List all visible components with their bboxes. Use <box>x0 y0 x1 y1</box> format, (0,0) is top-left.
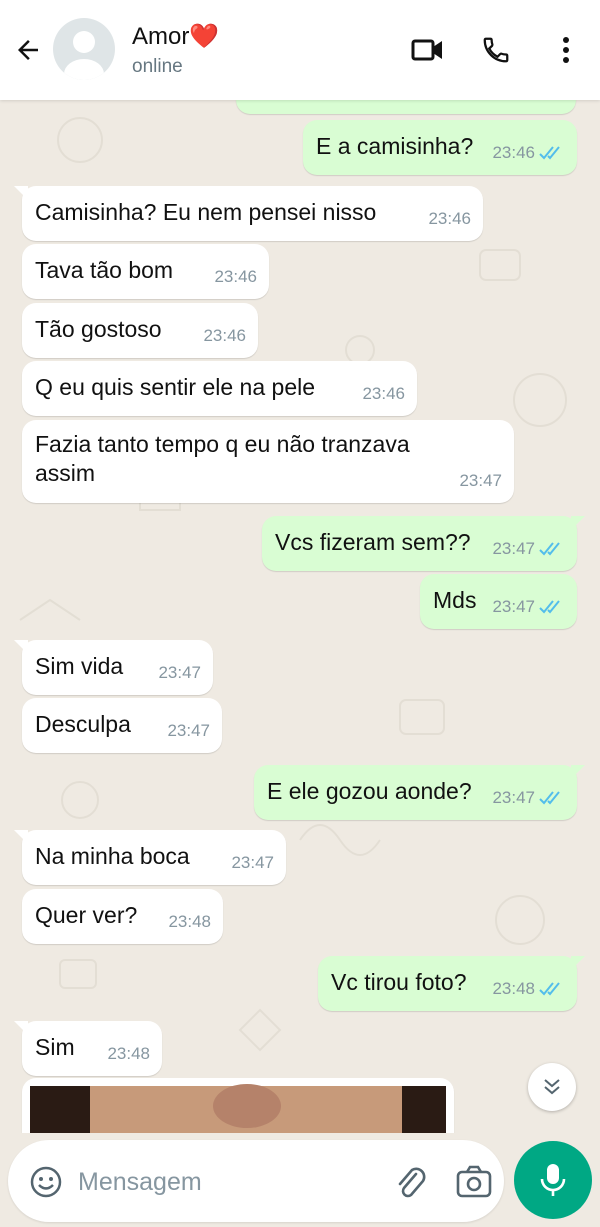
chat-area[interactable]: E a camisinha? 23:46 Camisinha? Eu nem p… <box>0 100 600 1133</box>
photo-thumbnail <box>30 1084 446 1133</box>
photo-message[interactable] <box>22 1078 454 1133</box>
message-text: Na minha boca <box>35 843 190 869</box>
message-time: 23:47 <box>492 539 535 558</box>
message-bubble-in[interactable]: Camisinha? Eu nem pensei nisso 23:46 <box>14 186 483 241</box>
read-ticks-icon <box>539 542 560 556</box>
message-bubble-in[interactable]: Sim vida 23:47 <box>14 640 213 695</box>
chat-header: Amor❤️ online <box>0 0 600 100</box>
message-time: 23:46 <box>428 209 471 228</box>
bubble-tail <box>571 516 585 530</box>
message-input[interactable] <box>76 1160 380 1204</box>
bubble-tail <box>571 765 585 779</box>
message-text: Camisinha? Eu nem pensei nisso <box>35 199 377 225</box>
more-vert-icon[interactable] <box>546 30 586 70</box>
message-text: Tão gostoso <box>35 316 162 342</box>
avatar[interactable] <box>53 18 115 80</box>
bubble-tail <box>14 640 28 654</box>
microphone-icon[interactable] <box>514 1141 592 1219</box>
message-bubble-in[interactable]: Na minha boca 23:47 <box>14 830 286 885</box>
message-bubble-in[interactable]: Tão gostoso 23:46 <box>22 303 258 358</box>
message-bubble-in[interactable]: Desculpa 23:47 <box>22 698 222 753</box>
message-text: Sim vida <box>35 653 124 679</box>
message-text: Sim <box>35 1034 75 1060</box>
message-composer <box>8 1140 504 1222</box>
emoji-icon[interactable] <box>26 1162 66 1202</box>
message-time: 23:47 <box>459 471 502 490</box>
video-call-icon[interactable] <box>408 30 448 70</box>
bubble-tail <box>14 830 28 844</box>
message-bubble-partial[interactable] <box>236 100 576 114</box>
contact-name[interactable]: Amor❤️ <box>132 22 219 51</box>
bubble-tail <box>14 186 28 200</box>
message-time: 23:46 <box>362 384 405 403</box>
read-ticks-icon <box>539 791 560 805</box>
phone-icon[interactable] <box>476 30 516 70</box>
message-bubble-in[interactable]: Fazia tanto tempo q eu não tranzava assi… <box>22 420 514 503</box>
message-time: 23:46 <box>214 267 257 286</box>
message-bubble-in[interactable]: Tava tão bom 23:46 <box>22 244 269 299</box>
read-ticks-icon <box>539 600 560 614</box>
message-time: 23:47 <box>492 788 535 807</box>
message-bubble-out[interactable]: Vc tirou foto? 23:48 <box>318 956 585 1011</box>
message-text: Vcs fizeram sem?? <box>275 529 471 555</box>
message-text: Fazia tanto tempo q eu não tranzava assi… <box>35 431 410 486</box>
message-text: E ele gozou aonde? <box>267 778 472 804</box>
message-bubble-out[interactable]: Vcs fizeram sem?? 23:47 <box>262 516 585 571</box>
arrow-left-icon[interactable] <box>8 28 48 72</box>
message-text: E a camisinha? <box>316 133 474 159</box>
message-time: 23:47 <box>158 663 201 682</box>
message-time: 23:47 <box>167 721 210 740</box>
message-text: Vc tirou foto? <box>331 969 467 995</box>
message-bubble-out[interactable]: E a camisinha? 23:46 <box>303 120 577 175</box>
message-text: Q eu quis sentir ele na pele <box>35 374 316 400</box>
message-time: 23:48 <box>492 979 535 998</box>
message-time: 23:47 <box>492 597 535 616</box>
message-bubble-in[interactable]: Sim 23:48 <box>14 1021 162 1076</box>
bubble-tail <box>571 956 585 970</box>
message-bubble-in[interactable]: Quer ver? 23:48 <box>22 889 223 944</box>
read-ticks-icon <box>539 146 560 160</box>
message-text: Mds <box>433 587 477 613</box>
message-bubble-out[interactable]: E ele gozou aonde? 23:47 <box>254 765 585 820</box>
read-ticks-icon <box>539 982 560 996</box>
message-time: 23:46 <box>203 326 246 345</box>
message-text: Tava tão bom <box>35 257 174 283</box>
message-time: 23:46 <box>492 143 535 162</box>
contact-status: online <box>132 56 183 77</box>
bubble-tail <box>14 1021 28 1035</box>
message-time: 23:48 <box>107 1044 150 1063</box>
message-text: Desculpa <box>35 711 131 737</box>
camera-icon[interactable] <box>452 1160 496 1204</box>
message-time: 23:48 <box>168 912 211 931</box>
message-time: 23:47 <box>231 853 274 872</box>
message-bubble-in[interactable]: Q eu quis sentir ele na pele 23:46 <box>22 361 417 416</box>
chevrons-down-icon[interactable] <box>528 1063 576 1111</box>
paperclip-icon[interactable] <box>388 1160 432 1204</box>
message-bubble-out[interactable]: Mds 23:47 <box>420 574 577 629</box>
message-text: Quer ver? <box>35 902 138 928</box>
